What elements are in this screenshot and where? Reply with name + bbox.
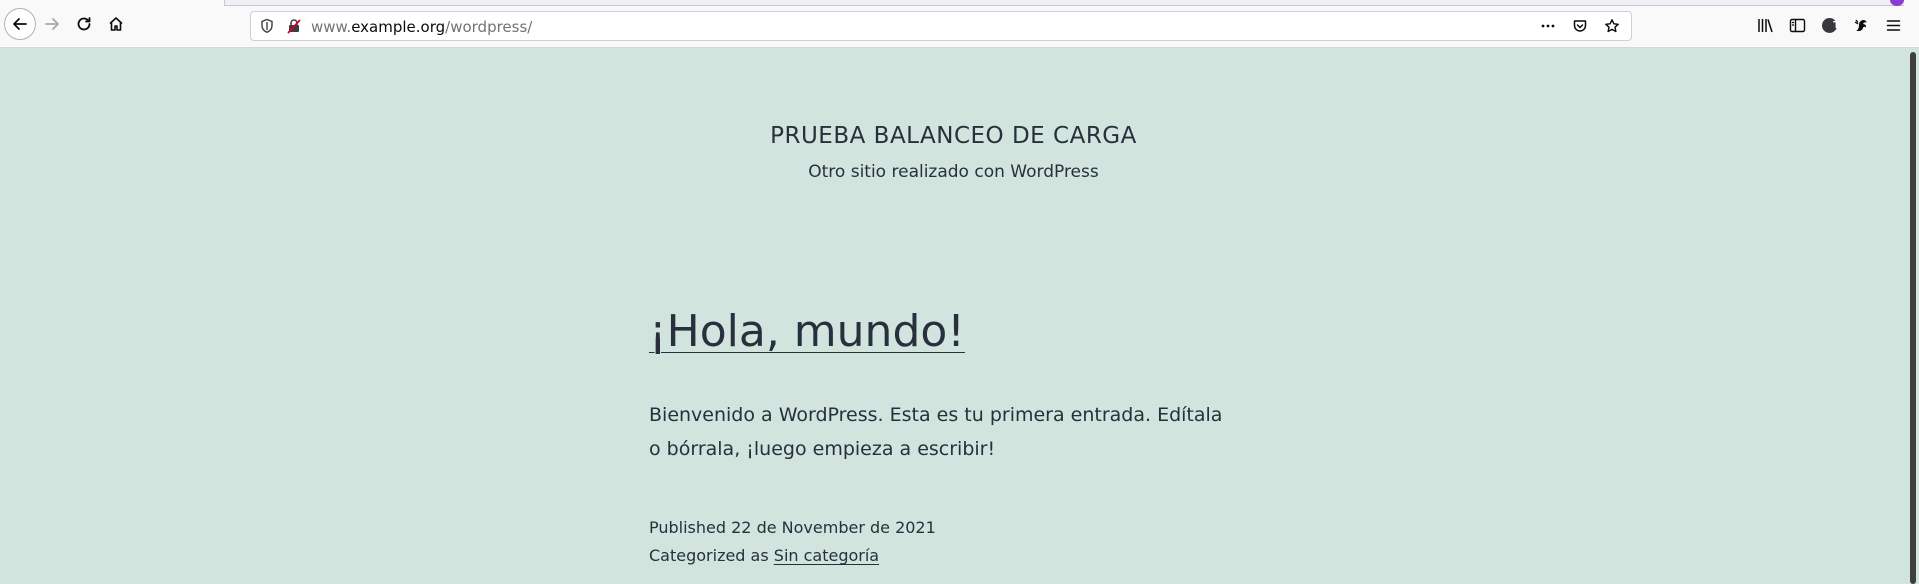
account-button[interactable] <box>1813 14 1845 36</box>
post-category-meta: Categorized as Sin categoría <box>649 546 879 565</box>
url-prefix: www. <box>311 18 352 36</box>
main-menu-button[interactable] <box>1877 14 1909 36</box>
sidebar-button[interactable] <box>1781 14 1813 36</box>
site-description: Otro sitio realizado con WordPress <box>808 162 1099 182</box>
scrollbar-thumb[interactable] <box>1910 52 1916 584</box>
bookmark-button[interactable] <box>1603 17 1621 35</box>
reload-button[interactable] <box>68 8 100 40</box>
site-title[interactable]: PRUEBA BALANCEO DE CARGA <box>0 123 1907 149</box>
url-actions <box>1539 17 1621 35</box>
post-published-meta: Published 22 de November de 2021 <box>649 518 936 537</box>
categorized-label: Categorized as <box>649 546 769 565</box>
insecure-lock-icon[interactable] <box>286 18 302 34</box>
back-button[interactable] <box>4 8 36 40</box>
post-body: Bienvenido a WordPress. Esta es tu prime… <box>649 404 1223 460</box>
extension-button[interactable] <box>1845 14 1877 36</box>
published-label: Published <box>649 518 727 537</box>
published-date-link[interactable]: 22 de November de 2021 <box>731 518 936 537</box>
sidebar-icon <box>1789 18 1805 32</box>
star-icon <box>1605 19 1619 33</box>
shield-icon[interactable] <box>259 18 275 34</box>
forward-button[interactable] <box>36 8 68 40</box>
tab-strip <box>224 0 1904 6</box>
reload-icon <box>77 17 91 31</box>
account-icon <box>1821 17 1837 33</box>
page-scrollbar[interactable] <box>1907 48 1919 584</box>
arrow-right-icon <box>45 18 59 30</box>
url-domain: example.org <box>351 18 446 36</box>
arrow-left-icon <box>13 18 27 30</box>
library-button[interactable] <box>1749 14 1781 36</box>
home-button[interactable] <box>100 8 132 40</box>
library-icon <box>1757 18 1773 32</box>
home-icon <box>109 17 123 31</box>
toolbar-right <box>1749 14 1909 36</box>
page-actions-button[interactable] <box>1539 17 1557 35</box>
category-link[interactable]: Sin categoría <box>774 546 879 565</box>
address-bar[interactable]: www.example.org/wordpress/ <box>250 11 1632 41</box>
profile-indicator <box>1890 0 1904 6</box>
extension-icon <box>1854 19 1866 31</box>
browser-toolbar: www.example.org/wordpress/ <box>0 0 1919 48</box>
hamburger-menu-icon <box>1886 19 1900 31</box>
more-horizontal-icon <box>1541 24 1555 28</box>
post-title-link[interactable]: ¡Hola, mundo! <box>649 306 965 357</box>
pocket-icon <box>1573 20 1587 32</box>
pocket-button[interactable] <box>1571 17 1589 35</box>
url-path: /wordpress/ <box>445 18 533 36</box>
url-text[interactable]: www.example.org/wordpress/ <box>311 18 532 36</box>
